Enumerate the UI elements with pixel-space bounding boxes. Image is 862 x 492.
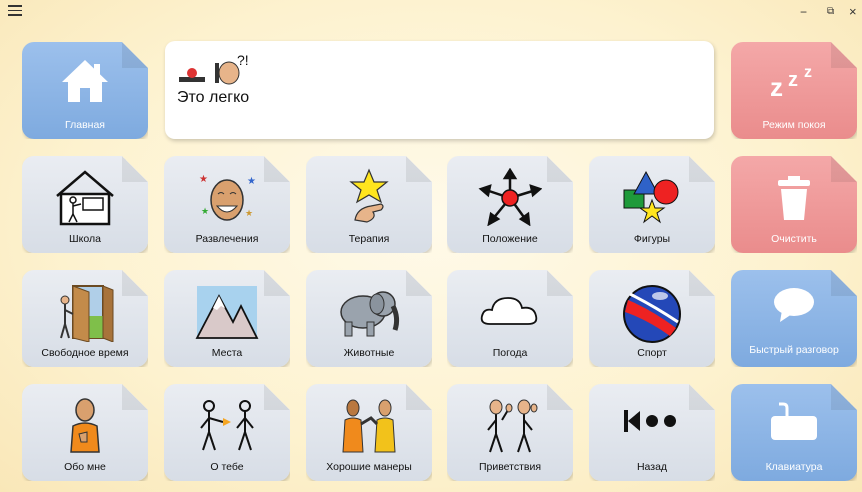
keyboard-label: Клавиатура	[765, 461, 823, 473]
quick-talk-button[interactable]: Быстрый разговор	[731, 270, 857, 367]
clear-label: Очистить	[771, 233, 817, 245]
back-icon	[622, 408, 682, 439]
animals-label: Животные	[343, 347, 395, 359]
school-button[interactable]: Школа	[22, 156, 148, 253]
about-you-label: О тебе	[210, 461, 244, 473]
title-bar: − ⧉ ×	[0, 0, 862, 24]
free-time-button[interactable]: Свободное время	[22, 270, 148, 367]
places-button[interactable]: Места	[164, 270, 290, 367]
manners-button[interactable]: Хорошие манеры	[306, 384, 432, 481]
speech-bubble-icon	[772, 286, 816, 329]
fun-button[interactable]: ★ ★ ★ ★ Развлечения	[164, 156, 290, 253]
person-self-icon	[53, 396, 117, 459]
keyboard-icon	[769, 402, 819, 447]
zzz-icon: z z z	[766, 64, 822, 105]
svg-text:★: ★	[201, 206, 209, 216]
svg-text:z: z	[788, 69, 798, 91]
therapy-label: Терапия	[348, 233, 390, 245]
people-manners-icon	[337, 396, 401, 459]
arrows-icon	[478, 168, 542, 231]
message-symbols: ?!	[177, 52, 251, 94]
weather-button[interactable]: Погода	[447, 270, 573, 367]
star-hand-icon	[337, 168, 401, 231]
minimize-button[interactable]: −	[800, 3, 807, 21]
shapes-icon	[620, 168, 684, 231]
back-button[interactable]: Назад	[589, 384, 715, 481]
door-icon	[53, 282, 117, 347]
laughing-face-icon: ★ ★ ★ ★	[195, 168, 259, 231]
mountain-icon	[195, 282, 259, 345]
person-question-icon: ?!	[215, 52, 249, 85]
weather-label: Погода	[492, 347, 528, 359]
fun-label: Развлечения	[195, 233, 259, 245]
places-label: Места	[211, 347, 243, 359]
message-bar[interactable]: ?! Это легко	[165, 41, 714, 139]
manners-label: Хорошие манеры	[326, 461, 412, 473]
sport-label: Спорт	[637, 347, 667, 359]
quick-talk-label: Быстрый разговор	[749, 344, 839, 356]
restore-button[interactable]: ⧉	[827, 3, 834, 21]
about-me-button[interactable]: Обо мне	[22, 384, 148, 481]
hamburger-icon[interactable]	[8, 2, 22, 19]
home-icon	[60, 58, 110, 107]
message-text: Это легко	[177, 89, 250, 106]
person-other-icon	[195, 396, 259, 459]
greetings-button[interactable]: Приветствия	[447, 384, 573, 481]
trash-icon	[774, 174, 814, 227]
school-icon	[53, 168, 117, 231]
shapes-button[interactable]: Фигуры	[589, 156, 715, 253]
about-you-button[interactable]: О тебе	[164, 384, 290, 481]
sleep-mode-label: Режим покоя	[762, 119, 826, 131]
clear-button[interactable]: Очистить	[731, 156, 857, 253]
shapes-label: Фигуры	[633, 233, 671, 245]
close-button[interactable]: ×	[849, 3, 857, 21]
svg-text:★: ★	[247, 176, 256, 187]
svg-text:z: z	[770, 72, 783, 100]
animals-button[interactable]: Животные	[306, 270, 432, 367]
home-button[interactable]: Главная	[22, 42, 148, 139]
light-icon	[179, 68, 205, 82]
ball-icon	[620, 282, 684, 351]
svg-text:z: z	[804, 64, 812, 81]
svg-text:★: ★	[245, 208, 253, 218]
home-label: Главная	[65, 119, 105, 131]
free-time-label: Свободное время	[41, 347, 129, 359]
elephant-icon	[335, 282, 403, 345]
school-label: Школа	[69, 233, 101, 245]
sport-button[interactable]: Спорт	[589, 270, 715, 367]
keyboard-button[interactable]: Клавиатура	[731, 384, 857, 481]
sleep-mode-button[interactable]: z z z Режим покоя	[731, 42, 857, 139]
cloud-icon	[478, 290, 542, 335]
therapy-button[interactable]: Терапия	[306, 156, 432, 253]
greetings-label: Приветствия	[478, 461, 542, 473]
about-me-label: Обо мне	[64, 461, 106, 473]
people-greeting-icon	[478, 396, 542, 459]
svg-text:?!: ?!	[237, 53, 249, 68]
position-button[interactable]: Положение	[447, 156, 573, 253]
back-label: Назад	[636, 461, 668, 473]
svg-text:★: ★	[199, 174, 208, 185]
position-label: Положение	[482, 233, 538, 245]
